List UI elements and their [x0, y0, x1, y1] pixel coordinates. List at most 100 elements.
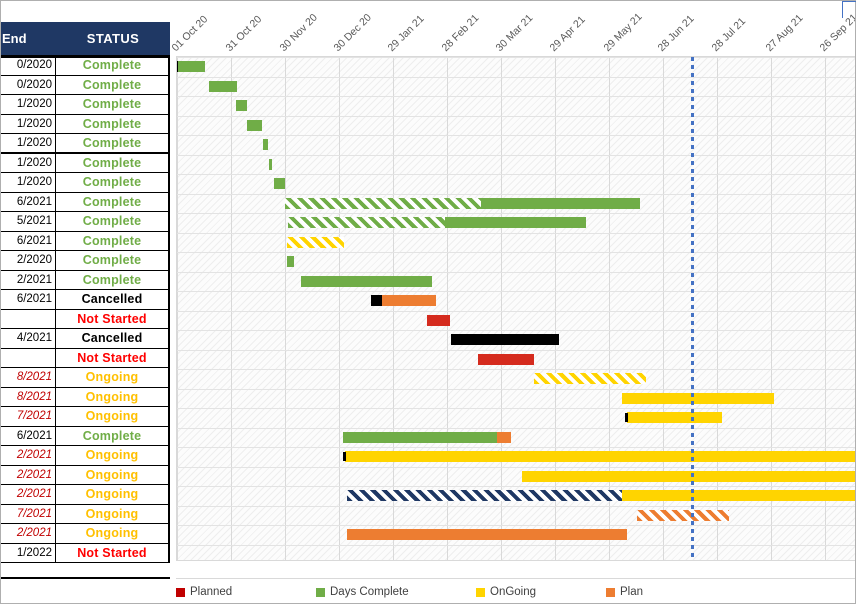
- cell-end-date: 0/2020: [0, 75, 56, 94]
- table-row[interactable]: 6/2021 Complete: [0, 192, 170, 212]
- table-row[interactable]: 0/2020 Complete: [0, 75, 170, 95]
- gantt-bar[interactable]: [637, 509, 729, 521]
- gantt-bar[interactable]: [177, 61, 178, 72]
- gantt-bar[interactable]: [347, 529, 627, 540]
- gantt-bar[interactable]: [287, 236, 344, 248]
- gantt-bar[interactable]: [382, 295, 436, 306]
- table-row[interactable]: 7/2021 Ongoing: [0, 407, 170, 427]
- gantt-bar[interactable]: [481, 197, 640, 209]
- vertical-gridline: [825, 57, 826, 560]
- status-badge: Ongoing: [56, 387, 170, 406]
- gantt-bar[interactable]: [287, 256, 294, 267]
- gantt-bar[interactable]: [371, 295, 382, 306]
- gantt-bar[interactable]: [301, 275, 432, 287]
- legend-item[interactable]: Planned: [176, 586, 232, 598]
- gantt-bar[interactable]: [497, 431, 511, 443]
- gantt-bar[interactable]: [622, 490, 855, 501]
- gantt-bar[interactable]: [478, 353, 534, 365]
- table-header-row: End STATUS: [0, 22, 170, 58]
- table-row[interactable]: 1/2020 Complete: [0, 173, 170, 193]
- table-row[interactable]: 6/2021 Cancelled: [0, 290, 170, 310]
- legend-label: Plan: [620, 586, 644, 598]
- vertical-gridline: [717, 57, 718, 560]
- cell-end-date: 7/2021: [0, 407, 56, 426]
- horizontal-gridline: [177, 96, 855, 97]
- table-row[interactable]: 5/2021 Complete: [0, 212, 170, 232]
- table-row[interactable]: 1/2020 Complete: [0, 153, 170, 173]
- gantt-plot-area[interactable]: [176, 56, 856, 561]
- gantt-bar[interactable]: [247, 119, 262, 131]
- table-row[interactable]: 2/2021 Ongoing: [0, 524, 170, 544]
- table-row[interactable]: Not Started: [0, 309, 170, 329]
- table-row[interactable]: 1/2020 Complete: [0, 95, 170, 115]
- cell-end-date: 1/2022: [0, 543, 56, 562]
- gantt-bar[interactable]: [343, 431, 346, 443]
- gantt-bar[interactable]: [177, 61, 205, 72]
- gantt-bar[interactable]: [622, 392, 774, 404]
- gantt-bar[interactable]: [445, 217, 586, 228]
- status-badge: Ongoing: [56, 446, 170, 465]
- table-row[interactable]: 4/2021 Cancelled: [0, 329, 170, 349]
- status-badge: Cancelled: [56, 329, 170, 348]
- horizontal-gridline: [177, 388, 855, 390]
- gantt-bar[interactable]: [625, 413, 628, 422]
- table-row[interactable]: 2/2021 Complete: [0, 270, 170, 290]
- status-badge: Complete: [56, 114, 170, 133]
- cell-end-date: 1/2020: [0, 173, 56, 192]
- gantt-bar[interactable]: [274, 178, 285, 189]
- axis-tick-label: 30 Mar 21: [493, 12, 536, 55]
- axis-tick-label: 01 Oct 20: [169, 13, 211, 54]
- gantt-bar[interactable]: [347, 490, 622, 501]
- gantt-bar[interactable]: [288, 217, 445, 228]
- today-marker-line: [691, 57, 694, 560]
- gantt-bar[interactable]: [236, 100, 247, 111]
- table-row[interactable]: 0/2020 Complete: [0, 56, 170, 76]
- horizontal-gridline: [177, 232, 855, 234]
- table-row[interactable]: 6/2021 Complete: [0, 231, 170, 251]
- table-body: 0/2020 Complete 0/2020 Complete 1/2020 Comple…: [0, 56, 170, 563]
- status-badge: Not Started: [56, 543, 170, 562]
- table-row[interactable]: 6/2021 Complete: [0, 426, 170, 446]
- gantt-bar[interactable]: [627, 412, 722, 423]
- status-badge: Complete: [56, 426, 170, 445]
- column-header-status: STATUS: [86, 31, 140, 46]
- gantt-bar[interactable]: [269, 158, 272, 170]
- legend-item[interactable]: Days Complete: [316, 586, 409, 598]
- table-row[interactable]: 8/2021 Ongoing: [0, 368, 170, 388]
- legend-swatch-icon: [176, 587, 185, 597]
- table-row[interactable]: 1/2020 Complete: [0, 114, 170, 134]
- table-row[interactable]: 2/2021 Ongoing: [0, 446, 170, 466]
- cell-end-date: 2/2021: [0, 524, 56, 543]
- table-row[interactable]: 2/2021 Ongoing: [0, 485, 170, 505]
- gantt-bar[interactable]: [285, 197, 481, 209]
- gantt-bar[interactable]: [522, 470, 855, 482]
- horizontal-gridline: [177, 369, 855, 370]
- table-row[interactable]: 1/2020 Complete: [0, 134, 170, 154]
- column-header-end: End: [2, 31, 27, 46]
- table-row[interactable]: Not Started: [0, 348, 170, 368]
- chart-legend: Planned Days Complete OnGoing Plan: [176, 578, 856, 605]
- gantt-bar[interactable]: [343, 452, 346, 461]
- table-row[interactable]: 8/2021 Ongoing: [0, 387, 170, 407]
- gantt-bar[interactable]: [427, 314, 450, 326]
- gantt-bar[interactable]: [534, 373, 646, 384]
- cell-end-date: [0, 348, 56, 367]
- gantt-bar[interactable]: [451, 334, 559, 345]
- horizontal-gridline: [177, 310, 855, 312]
- cell-end-date: 8/2021: [0, 387, 56, 406]
- horizontal-gridline: [177, 135, 855, 136]
- legend-item[interactable]: OnGoing: [476, 586, 536, 598]
- gantt-bar[interactable]: [209, 80, 237, 92]
- gantt-bar[interactable]: [345, 431, 497, 443]
- legend-item[interactable]: Plan: [606, 586, 643, 598]
- horizontal-gridline: [177, 408, 855, 409]
- cell-end-date: 1/2020: [0, 114, 56, 133]
- table-row[interactable]: 2/2020 Complete: [0, 251, 170, 271]
- horizontal-gridline: [177, 466, 855, 468]
- gantt-bar[interactable]: [345, 451, 855, 462]
- gantt-bar[interactable]: [263, 139, 268, 150]
- table-row[interactable]: 1/2022 Not Started: [0, 543, 170, 563]
- cell-end-date: 2/2020: [0, 251, 56, 270]
- table-row[interactable]: 7/2021 Ongoing: [0, 504, 170, 524]
- table-row[interactable]: 2/2021 Ongoing: [0, 465, 170, 485]
